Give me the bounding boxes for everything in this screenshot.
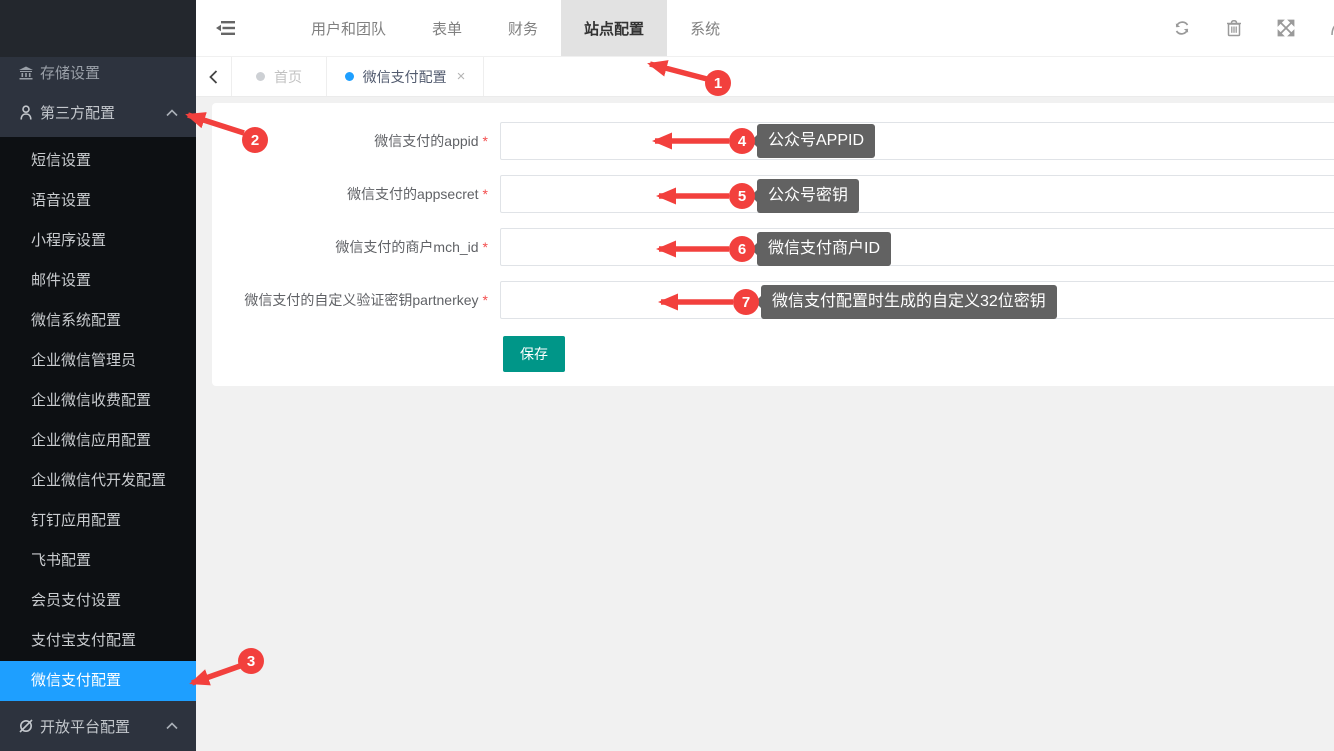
tooltip-mch-id: 微信支付商户ID (757, 232, 891, 266)
nav-item-site-config[interactable]: 站点配置 (561, 0, 667, 56)
sidebar-item-wechat-system[interactable]: 微信系统配置 (0, 301, 196, 341)
nav-item-users-teams[interactable]: 用户和团队 (288, 0, 409, 56)
tab-dot-icon (345, 72, 354, 81)
sidebar-item-wecom-billing[interactable]: 企业微信收费配置 (0, 381, 196, 421)
chevron-up-icon (166, 722, 178, 730)
required-asterisk: * (483, 186, 488, 202)
required-asterisk: * (483, 239, 488, 255)
appid-input[interactable] (500, 122, 1334, 160)
tabbar: 首页 微信支付配置 × (196, 57, 1334, 97)
tooltip-appid: 公众号APPID (757, 124, 875, 158)
tab-home[interactable]: 首页 (232, 57, 327, 96)
tab-close-icon[interactable]: × (457, 69, 466, 84)
field-label: 微信支付的商户mch_id* (212, 237, 492, 257)
sidebar-item-label: 存储设置 (40, 62, 100, 83)
sidebar-item-wecom-dev[interactable]: 企业微信代开发配置 (0, 461, 196, 501)
person-icon (18, 105, 34, 121)
collapse-menu-icon (216, 20, 236, 36)
annotation-step-2: 2 (242, 127, 268, 153)
sidebar-item-dingtalk[interactable]: 钉钉应用配置 (0, 501, 196, 541)
sidebar-item-miniprogram[interactable]: 小程序设置 (0, 221, 196, 261)
sidebar-submenu: 短信设置 语音设置 小程序设置 邮件设置 微信系统配置 企业微信管理员 企业微信… (0, 137, 196, 701)
nav-item-system[interactable]: 系统 (667, 0, 743, 56)
sidebar-item-alipay[interactable]: 支付宝支付配置 (0, 621, 196, 661)
collapse-menu-button[interactable] (196, 0, 256, 56)
appsecret-input[interactable] (500, 175, 1334, 213)
tab-dot-icon (256, 72, 265, 81)
partial-cut-icon[interactable] (1328, 19, 1334, 37)
sidebar-item-wechat-pay[interactable]: 微信支付配置 (0, 661, 196, 701)
trash-icon[interactable] (1224, 18, 1244, 38)
tooltip-appsecret: 公众号密钥 (757, 179, 859, 213)
tabs-scroll-left-button[interactable] (196, 57, 232, 96)
required-asterisk: * (483, 133, 488, 149)
sidebar: 存储设置 第三方配置 短信设置 语音设置 小程序设置 邮件设置 微信系统配置 企… (0, 0, 196, 751)
field-label: 微信支付的appsecret* (212, 184, 492, 204)
sidebar-group-label: 开放平台配置 (40, 716, 130, 737)
sidebar-group-label: 第三方配置 (40, 102, 115, 123)
annotation-step-1: 1 (705, 70, 731, 96)
chevron-left-icon (209, 70, 218, 84)
annotation-step-5: 5 (729, 183, 755, 209)
tab-label: 首页 (274, 67, 302, 87)
annotation-step-6: 6 (729, 236, 755, 262)
save-button[interactable]: 保存 (503, 336, 565, 372)
annotation-step-7: 7 (733, 289, 759, 315)
sidebar-item-storage[interactable]: 存储设置 (0, 57, 196, 88)
required-asterisk: * (483, 292, 488, 308)
topbar: 用户和团队 表单 财务 站点配置 系统 (196, 0, 1334, 57)
annotation-step-4: 4 (729, 128, 755, 154)
sidebar-group-third-party[interactable]: 第三方配置 (0, 88, 196, 137)
tooltip-partnerkey: 微信支付配置时生成的自定义32位密钥 (761, 285, 1057, 319)
nav-item-forms[interactable]: 表单 (409, 0, 485, 56)
refresh-icon[interactable] (1172, 18, 1192, 38)
topbar-actions (1172, 0, 1334, 56)
mch-id-input[interactable] (500, 228, 1334, 266)
sidebar-item-mail[interactable]: 邮件设置 (0, 261, 196, 301)
sidebar-item-voice[interactable]: 语音设置 (0, 181, 196, 221)
tab-wechat-pay-config[interactable]: 微信支付配置 × (327, 57, 484, 96)
sidebar-item-wecom-admin[interactable]: 企业微信管理员 (0, 341, 196, 381)
sidebar-group-open-platform[interactable]: 开放平台配置 (0, 701, 196, 751)
sidebar-item-member-pay[interactable]: 会员支付设置 (0, 581, 196, 621)
top-nav: 用户和团队 表单 财务 站点配置 系统 (288, 0, 743, 56)
sidebar-item-wecom-app[interactable]: 企业微信应用配置 (0, 421, 196, 461)
chevron-up-icon (166, 109, 178, 117)
bank-icon (18, 65, 34, 81)
sidebar-item-sms[interactable]: 短信设置 (0, 141, 196, 181)
tab-label: 微信支付配置 (363, 67, 447, 87)
field-label: 微信支付的自定义验证密钥partnerkey* (212, 290, 492, 310)
annotation-step-3: 3 (238, 648, 264, 674)
fullscreen-icon[interactable] (1276, 18, 1296, 38)
sidebar-header (0, 0, 196, 57)
circle-slash-icon (18, 718, 34, 734)
sidebar-item-feishu[interactable]: 飞书配置 (0, 541, 196, 581)
nav-item-finance[interactable]: 财务 (485, 0, 561, 56)
